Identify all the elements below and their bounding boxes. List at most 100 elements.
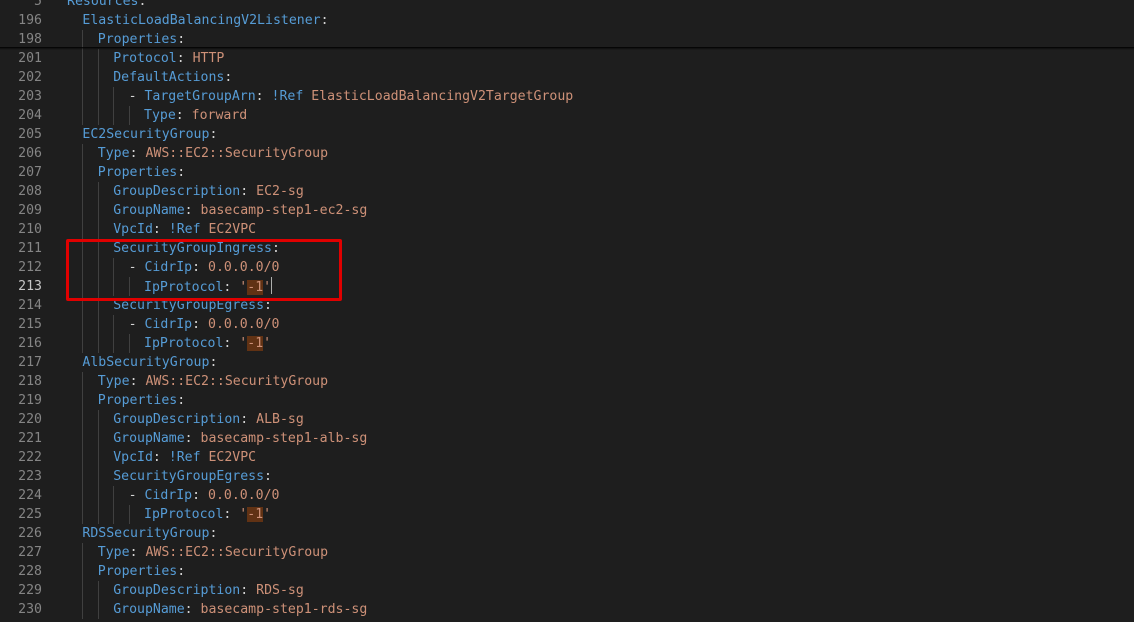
code-text: VpcId: !Ref EC2VPC (113, 448, 256, 467)
code-line[interactable]: 229 GroupDescription: RDS-sg (0, 581, 1134, 600)
yaml-key: DefaultActions (113, 70, 225, 85)
code-text: IpProtocol: '-1' (144, 334, 271, 353)
line-number: 206 (18, 146, 42, 161)
indent-guide (128, 334, 130, 353)
indent-guide (82, 391, 84, 410)
yaml-key: CidrIp (144, 488, 193, 503)
code-line[interactable]: 226 RDSSecurityGroup: (0, 524, 1134, 543)
sticky-scroll-line[interactable]: 5 Resources: (0, 0, 1134, 11)
code-line[interactable]: 230 GroupName: basecamp-step1-rds-sg (0, 600, 1134, 619)
code-text: GroupName: basecamp-step1-alb-sg (113, 429, 367, 448)
indent-guide (82, 410, 84, 429)
yaml-key: Protocol (113, 51, 177, 66)
yaml-key: IpProtocol (144, 336, 224, 351)
line-number: 222 (18, 450, 42, 465)
key-separator: : (255, 89, 272, 104)
code-line[interactable]: 222 VpcId: !Ref EC2VPC (0, 448, 1134, 467)
yaml-key: Type (97, 545, 130, 560)
line-number: 205 (18, 127, 42, 142)
line-number: 225 (18, 507, 42, 522)
indent-guide (113, 505, 115, 524)
yaml-key: GroupDescription (113, 184, 241, 199)
indent-guide (82, 448, 84, 467)
code-line[interactable]: 225 IpProtocol: '-1' (0, 505, 1134, 524)
code-line[interactable]: 207 Properties: (0, 163, 1134, 182)
code-line[interactable]: 227 Type: AWS::EC2::SecurityGroup (0, 543, 1134, 562)
indent-guide (97, 486, 99, 505)
key-separator: : (177, 564, 186, 579)
line-number: 217 (18, 355, 42, 370)
yaml-value: ALB-sg (256, 412, 304, 427)
line-number: 226 (18, 526, 42, 541)
code-line[interactable]: 204 Type: forward (0, 106, 1134, 125)
code-line[interactable]: 208 GroupDescription: EC2-sg (0, 182, 1134, 201)
code-line[interactable]: 216 IpProtocol: '-1' (0, 334, 1134, 353)
key-separator: : (177, 393, 186, 408)
yaml-key: VpcId (113, 222, 153, 237)
yaml-value: 0.0.0.0/0 (208, 317, 280, 332)
code-text: RDSSecurityGroup: (82, 524, 217, 543)
key-separator: : (192, 317, 209, 332)
code-line[interactable]: 201 Protocol: HTTP (0, 49, 1134, 68)
code-line[interactable]: 206 Type: AWS::EC2::SecurityGroup (0, 144, 1134, 163)
code-line[interactable]: 209 GroupName: basecamp-step1-ec2-sg (0, 201, 1134, 220)
indent-guide (82, 581, 84, 600)
sticky-scroll-divider (0, 47, 1134, 50)
code-line[interactable]: 203 - TargetGroupArn: !Ref ElasticLoadBal… (0, 87, 1134, 106)
indent-guide (113, 106, 115, 125)
key-separator: : (177, 165, 186, 180)
code-line[interactable]: 202 DefaultActions: (0, 68, 1134, 87)
indent-guide (97, 106, 99, 125)
code-line[interactable]: 205 EC2SecurityGroup: (0, 125, 1134, 144)
code-text: Type: AWS::EC2::SecurityGroup (98, 543, 328, 562)
code-line[interactable]: 218 Type: AWS::EC2::SecurityGroup (0, 372, 1134, 391)
yaml-key: ElasticLoadBalancingV2Listener (82, 13, 321, 28)
code-editor[interactable]: 5 Resources: 196 ElasticLoadBalancingV2List… (0, 0, 1134, 622)
code-line[interactable]: 215 - CidrIp: 0.0.0.0/0 (0, 315, 1134, 334)
line-number: 211 (18, 241, 42, 256)
code-line[interactable]: 221 GroupName: basecamp-step1-alb-sg (0, 429, 1134, 448)
key-separator: : (240, 412, 257, 427)
code-line[interactable]: 210 VpcId: !Ref EC2VPC (0, 220, 1134, 239)
indent-guide (82, 68, 84, 87)
code-text: EC2SecurityGroup: (82, 125, 217, 144)
yaml-value: EC2-sg (256, 184, 304, 199)
line-number: 219 (18, 393, 42, 408)
line-number: 214 (18, 298, 42, 313)
indent-guide (82, 201, 84, 220)
key-separator: : (175, 108, 192, 123)
quoted-value: -1 (247, 507, 264, 522)
key-separator: : (152, 222, 169, 237)
line-number: 221 (18, 431, 42, 446)
key-separator: : (264, 469, 272, 484)
code-line[interactable]: 217 AlbSecurityGroup: (0, 353, 1134, 372)
indent-guide (97, 448, 99, 467)
yaml-key: CidrIp (144, 317, 193, 332)
code-line[interactable]: 220 GroupDescription: ALB-sg (0, 410, 1134, 429)
indent-guide (82, 334, 84, 353)
yaml-key: GroupName (113, 431, 185, 446)
yaml-key: VpcId (113, 450, 153, 465)
indent-guide (128, 505, 130, 524)
code-text: DefaultActions: (113, 68, 232, 87)
code-line[interactable]: 219 Properties: (0, 391, 1134, 410)
code-line[interactable]: 224 - CidrIp: 0.0.0.0/0 (0, 486, 1134, 505)
sticky-scroll-line[interactable]: 196 ElasticLoadBalancingV2Listener: (0, 11, 1134, 30)
code-text: AlbSecurityGroup: (82, 353, 217, 372)
indent-guide (82, 505, 84, 524)
code-line[interactable]: 228 Properties: (0, 562, 1134, 581)
yaml-value: HTTP (192, 51, 225, 66)
line-number: 213 (18, 279, 42, 294)
line-number: 202 (18, 70, 42, 85)
line-number: 218 (18, 374, 42, 389)
line-number: 229 (18, 583, 42, 598)
code-line[interactable]: 223 SecurityGroupEgress: (0, 467, 1134, 486)
yaml-key: GroupName (113, 602, 185, 617)
yaml-value: RDS-sg (256, 583, 304, 598)
code-text: GroupDescription: EC2-sg (113, 182, 304, 201)
list-dash: - (128, 488, 145, 503)
key-separator: : (129, 374, 146, 389)
key-separator: : (209, 355, 218, 370)
line-number: 212 (18, 260, 42, 275)
key-separator: : (184, 203, 201, 218)
